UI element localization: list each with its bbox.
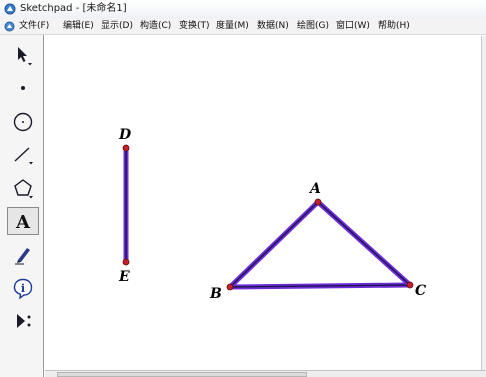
- tool-compass[interactable]: [7, 108, 39, 136]
- menu-file[interactable]: 文件(F): [19, 18, 49, 35]
- information-glyph: i: [21, 282, 25, 295]
- tool-polygon[interactable]: [7, 174, 39, 202]
- toolbox: A i: [0, 35, 44, 377]
- document-icon[interactable]: [4, 21, 15, 32]
- point-e[interactable]: [122, 258, 130, 266]
- label-a[interactable]: A: [308, 181, 321, 197]
- information-icon: i: [13, 278, 33, 299]
- point-b[interactable]: [226, 283, 234, 291]
- vertical-scrollbar-edge[interactable]: [481, 36, 486, 370]
- segment-ca[interactable]: [315, 199, 413, 288]
- sketchpad-app-icon: [4, 3, 16, 15]
- segment-ab[interactable]: [227, 199, 321, 290]
- menu-data[interactable]: 数据(N): [257, 18, 289, 35]
- menu-measure[interactable]: 度量(M): [216, 18, 249, 35]
- label-e[interactable]: E: [118, 269, 130, 285]
- tool-marker[interactable]: [7, 241, 39, 269]
- tool-point[interactable]: [7, 74, 39, 102]
- menu-display[interactable]: 显示(D): [101, 18, 133, 35]
- menu-edit[interactable]: 编辑(E): [63, 18, 94, 35]
- label-c[interactable]: C: [415, 283, 426, 299]
- tool-text[interactable]: A: [7, 207, 39, 235]
- menu-graph[interactable]: 绘图(G): [297, 18, 329, 35]
- sketch-canvas[interactable]: D E A B C: [45, 36, 481, 370]
- horizontal-scroll-thumb[interactable]: [57, 372, 307, 377]
- tool-information[interactable]: i: [7, 274, 39, 302]
- text-tool-icon: A: [15, 212, 31, 232]
- text-tool-glyph: A: [15, 212, 31, 232]
- point-a[interactable]: [314, 198, 322, 206]
- title-bar: Sketchpad - [未命名1]: [0, 0, 486, 18]
- menu-help[interactable]: 帮助(H): [378, 18, 410, 35]
- custom-tool-icon: [17, 314, 31, 328]
- menu-construct[interactable]: 构造(C): [140, 18, 171, 35]
- horizontal-scrollbar[interactable]: [45, 370, 486, 377]
- tool-arrow-select[interactable]: [7, 41, 39, 69]
- point-c[interactable]: [406, 281, 414, 289]
- polygon-icon: [14, 179, 33, 199]
- arrow-select-icon: [18, 47, 32, 66]
- tool-custom[interactable]: [7, 307, 39, 335]
- menu-window[interactable]: 窗口(W): [336, 18, 370, 35]
- menu-transform[interactable]: 变换(T): [179, 18, 210, 35]
- point-tool-icon: [21, 86, 25, 90]
- label-b[interactable]: B: [209, 286, 222, 302]
- menu-bar: 文件(F) 编辑(E) 显示(D) 构造(C) 变换(T) 度量(M) 数据(N…: [0, 18, 486, 35]
- compass-circle-icon: [13, 112, 33, 132]
- tool-straightedge[interactable]: [7, 141, 39, 169]
- point-d[interactable]: [122, 144, 130, 152]
- label-d[interactable]: D: [118, 127, 132, 143]
- sketch-drawing: D E A B C: [118, 127, 426, 302]
- segment-bc[interactable]: [227, 282, 413, 290]
- straightedge-icon: [14, 147, 33, 165]
- marker-pen-icon: [15, 248, 30, 265]
- window-title: Sketchpad - [未命名1]: [20, 3, 127, 14]
